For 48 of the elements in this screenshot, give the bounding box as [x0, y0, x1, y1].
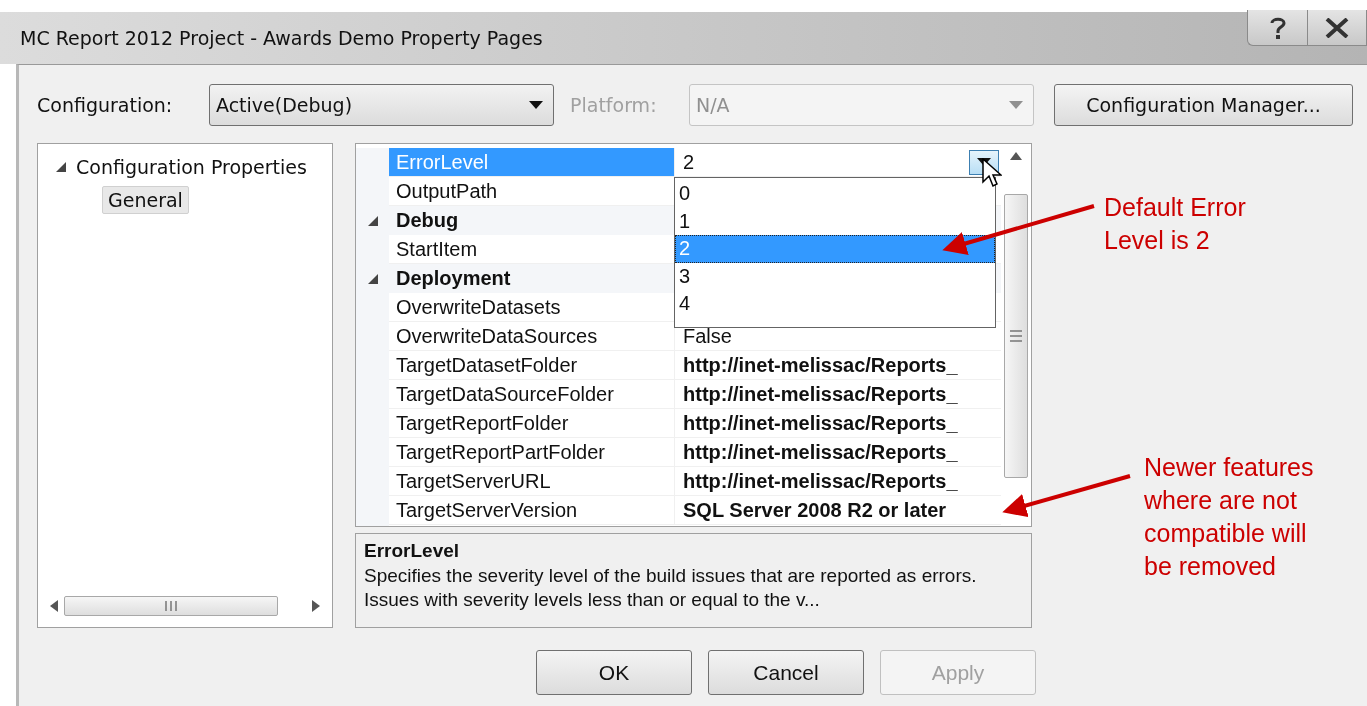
configuration-label: Configuration: [37, 94, 174, 116]
window-title: MC Report 2012 Project - Awards Demo Property Pages [20, 27, 543, 49]
configuration-manager-button[interactable]: Configuration Manager... [1054, 84, 1353, 126]
annotation-note: Newer features where are not compatible will be removed [1144, 452, 1314, 582]
annotation-note: Default Error Level is 2 [1104, 192, 1246, 256]
expanded-triangle-icon[interactable] [367, 215, 378, 226]
property-value[interactable]: http://inet-melissac/Reports_ [683, 353, 958, 377]
property-value[interactable]: False [683, 324, 732, 348]
tree-item[interactable]: Configuration Properties [76, 156, 307, 178]
property-name[interactable]: TargetServerURL [389, 467, 674, 496]
platform-label: Platform: [570, 94, 658, 116]
expanded-triangle-icon[interactable] [56, 162, 66, 172]
close-button[interactable] [1307, 10, 1367, 46]
dropdown-option[interactable]: 3 [675, 262, 995, 290]
scroll-left-icon[interactable] [50, 600, 58, 612]
grip-icon [1010, 329, 1022, 343]
expanded-triangle-icon[interactable] [367, 273, 378, 284]
dialog-button[interactable]: OK [536, 650, 692, 695]
property-value[interactable]: 2 [683, 150, 695, 174]
property-value[interactable]: http://inet-melissac/Reports_ [683, 411, 958, 435]
dropdown-option[interactable]: 1 [675, 207, 995, 235]
dropdown-arrow-icon [1009, 101, 1023, 109]
property-name[interactable]: OverwriteDataSources [389, 322, 674, 351]
close-icon [1325, 17, 1349, 38]
property-value[interactable]: SQL Server 2008 R2 or later [683, 498, 947, 522]
dropdown-arrow-icon [529, 101, 543, 109]
scroll-right-icon[interactable] [312, 600, 320, 612]
property-name[interactable]: TargetServerVersion [389, 496, 674, 525]
grip-icon [164, 601, 178, 611]
property-value[interactable]: http://inet-melissac/Reports_ [683, 469, 958, 493]
description-text: Specifies the severity level of the build issues that are reported as errors. Issues with severity levels less than or equal to the v... [364, 564, 978, 612]
property-name[interactable]: TargetReportPartFolder [389, 438, 674, 467]
dropdown-option[interactable]: 0 [675, 180, 995, 208]
scroll-up-icon[interactable] [1010, 152, 1022, 160]
help-icon [1269, 15, 1286, 40]
dialog-button[interactable]: Cancel [708, 650, 864, 695]
help-button[interactable] [1247, 10, 1307, 46]
property-name[interactable]: TargetReportFolder [389, 409, 674, 438]
property-value[interactable]: http://inet-melissac/Reports_ [683, 440, 958, 464]
property-name[interactable]: TargetDataSourceFolder [389, 380, 674, 409]
property-name[interactable]: TargetDatasetFolder [389, 351, 674, 380]
property-name[interactable]: OverwriteDatasets [389, 293, 674, 322]
configuration-dropdown[interactable]: Active(Debug) [209, 84, 554, 126]
dropdown-option[interactable]: 4 [675, 290, 995, 318]
property-value[interactable]: http://inet-melissac/Reports_ [683, 382, 958, 406]
description-title: ErrorLevel [364, 540, 461, 562]
horizontal-scrollbar[interactable] [50, 595, 320, 617]
tree-item[interactable]: General [102, 186, 189, 214]
